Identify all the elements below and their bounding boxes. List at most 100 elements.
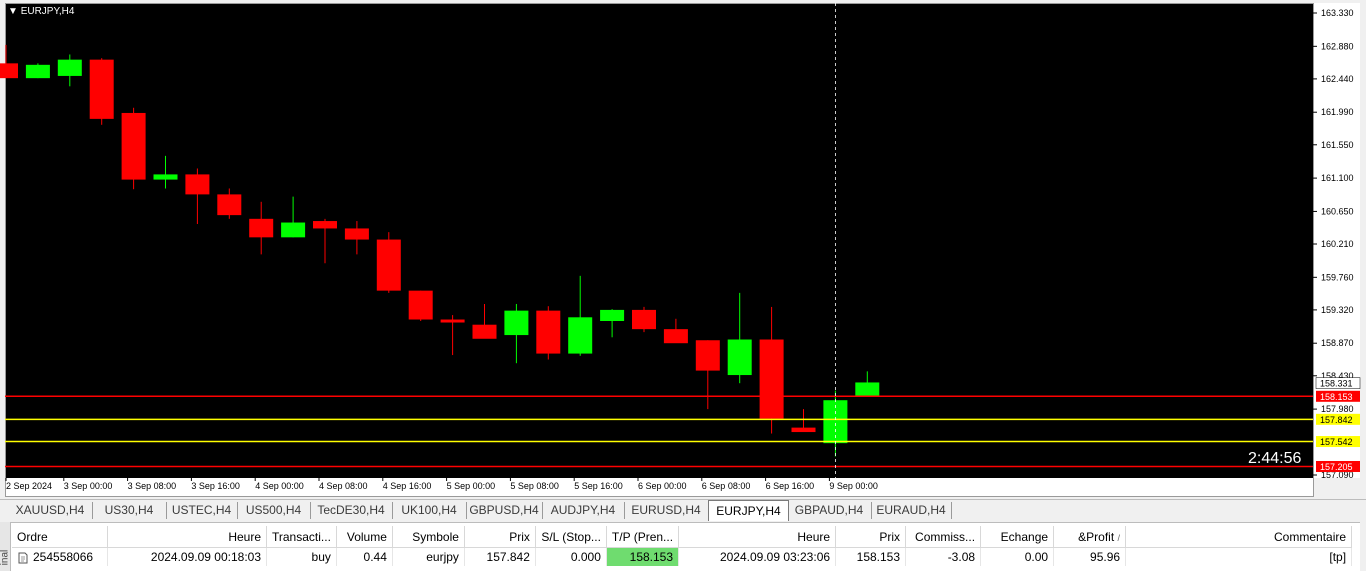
price-label: 163.330 xyxy=(1321,8,1354,18)
price-label: 160.210 xyxy=(1321,239,1354,249)
bear-candle xyxy=(249,218,274,238)
time-label: 6 Sep 16:00 xyxy=(766,481,815,491)
col-commission[interactable]: Commiss... xyxy=(905,526,982,548)
bull-candle xyxy=(153,174,178,180)
cell-heure-close: 2024.09.09 03:23:06 xyxy=(678,547,837,566)
bear-candle xyxy=(663,329,688,344)
bear-candle xyxy=(536,310,561,354)
document-icon xyxy=(18,552,28,564)
col-sl[interactable]: S/L (Stop... xyxy=(535,526,607,548)
price-marker-label: 158.331 xyxy=(1320,379,1353,389)
chart-title: ▼ EURJPY,H4 xyxy=(8,6,74,17)
bear-candle xyxy=(185,174,210,195)
col-heure-open[interactable]: Heure xyxy=(107,526,267,548)
time-label: 4 Sep 00:00 xyxy=(255,481,304,491)
cell-profit: 95.96 xyxy=(1053,547,1127,566)
time-label: 5 Sep 16:00 xyxy=(574,481,623,491)
tab-eurusd-h4[interactable]: EURUSD,H4 xyxy=(624,502,709,519)
bull-candle xyxy=(281,222,306,238)
bull-candle xyxy=(600,309,625,321)
bear-candle xyxy=(408,290,433,320)
price-marker-label: 158.153 xyxy=(1320,392,1353,402)
bear-candle xyxy=(89,59,114,119)
time-label: 9 Sep 00:00 xyxy=(829,481,878,491)
bear-candle xyxy=(440,319,465,323)
cell-ordre: 254558066 xyxy=(12,547,108,566)
candle-countdown: 2:44:56 xyxy=(1248,450,1302,467)
bear-candle xyxy=(121,112,146,180)
bull-candle xyxy=(504,310,529,336)
sort-indicator-icon: / xyxy=(1117,532,1121,543)
time-label: 3 Sep 16:00 xyxy=(191,481,240,491)
tab-audjpy-h4[interactable]: AUDJPY,H4 xyxy=(542,502,625,519)
time-label: 4 Sep 08:00 xyxy=(319,481,368,491)
tab-xauusd-h4[interactable]: XAUUSD,H4 xyxy=(8,502,93,519)
tab-ustec-h4[interactable]: USTEC,H4 xyxy=(166,502,238,519)
chart-tabs-bar: XAUUSD,H4 US30,H4 USTEC,H4 US500,H4 TecDE30,… xyxy=(0,499,1366,522)
terminal-scrollbar[interactable] xyxy=(1360,522,1366,571)
col-echange[interactable]: Echange xyxy=(980,526,1055,548)
bear-candle xyxy=(632,309,656,330)
time-label: 5 Sep 08:00 xyxy=(510,481,559,491)
cell-heure-open: 2024.09.09 00:18:03 xyxy=(107,547,267,566)
tab-eurjpy-h4[interactable]: EURJPY,H4 xyxy=(708,500,789,521)
price-label: 157.980 xyxy=(1321,404,1354,414)
tab-gbpaud-h4[interactable]: GBPAUD,H4 xyxy=(787,502,872,519)
bear-candle xyxy=(344,228,369,240)
cell-tp: 158.153 xyxy=(606,547,680,566)
tab-tecde30-h4[interactable]: TecDE30,H4 xyxy=(310,502,393,519)
bear-candle xyxy=(695,340,720,371)
price-marker-label: 157.205 xyxy=(1320,462,1353,472)
col-prix-close[interactable]: Prix xyxy=(835,526,907,548)
time-label: 3 Sep 00:00 xyxy=(64,481,113,491)
tab-uk100-h4[interactable]: UK100,H4 xyxy=(392,502,467,519)
price-label: 161.100 xyxy=(1321,173,1354,183)
price-label: 158.870 xyxy=(1321,338,1354,348)
bear-candle xyxy=(217,194,242,216)
time-label: 2 Sep 2024 xyxy=(6,481,52,491)
history-table: Ordre Heure Transacti... Volume Symbole … xyxy=(12,526,1353,566)
terminal-side-label[interactable]: inal xyxy=(0,522,11,571)
cell-echange: 0.00 xyxy=(980,547,1055,566)
price-chart[interactable]: 163.330 162.880 162.440 161.990 161.550 161.1… xyxy=(0,0,1366,497)
col-transaction[interactable]: Transacti... xyxy=(266,526,337,548)
chart-window[interactable]: 163.330 162.880 162.440 161.990 161.550 161.1… xyxy=(0,0,1366,497)
cell-prix-close: 158.153 xyxy=(835,547,907,566)
cell-commentaire: [tp] xyxy=(1125,547,1353,566)
bear-candle xyxy=(472,324,497,339)
col-heure-close[interactable]: Heure xyxy=(678,526,837,548)
price-marker-label: 157.542 xyxy=(1320,437,1353,447)
tab-us30-h4[interactable]: US30,H4 xyxy=(92,502,167,519)
tab-gbpusd-h4[interactable]: GBPUSD,H4 xyxy=(466,502,543,519)
price-label: 162.880 xyxy=(1321,41,1354,51)
bull-candle xyxy=(855,382,880,396)
price-label: 160.650 xyxy=(1321,206,1354,216)
time-label: 5 Sep 00:00 xyxy=(447,481,496,491)
cell-prix-open: 157.842 xyxy=(464,547,536,566)
col-prix-open[interactable]: Prix xyxy=(464,526,536,548)
bull-candle xyxy=(727,339,752,376)
col-ordre[interactable]: Ordre xyxy=(12,526,108,548)
chart-menu-arrow-icon[interactable]: ▼ xyxy=(8,6,18,17)
time-label: 3 Sep 08:00 xyxy=(128,481,177,491)
bear-candle xyxy=(376,239,401,291)
cell-commission: -3.08 xyxy=(905,547,982,566)
col-profit[interactable]: &Profit / xyxy=(1053,526,1127,548)
cell-symbole: eurjpy xyxy=(392,547,465,566)
time-label: 4 Sep 16:00 xyxy=(383,481,432,491)
price-label: 161.550 xyxy=(1321,140,1354,150)
bull-candle xyxy=(25,64,50,79)
table-header-row: Ordre Heure Transacti... Volume Symbole … xyxy=(12,526,1353,548)
col-commentaire[interactable]: Commentaire xyxy=(1125,526,1353,548)
col-tp[interactable]: T/P (Pren... xyxy=(606,526,680,548)
col-symbole[interactable]: Symbole xyxy=(392,526,465,548)
time-label: 6 Sep 00:00 xyxy=(638,481,687,491)
col-volume[interactable]: Volume xyxy=(336,526,393,548)
time-label: 6 Sep 08:00 xyxy=(702,481,751,491)
table-row[interactable]: 254558066 2024.09.09 00:18:03 buy 0.44 e… xyxy=(12,547,1353,566)
tab-us500-h4[interactable]: US500,H4 xyxy=(237,502,311,519)
cell-volume: 0.44 xyxy=(336,547,393,566)
bull-candle xyxy=(57,59,82,76)
price-marker-label: 157.842 xyxy=(1320,415,1353,425)
tab-euraud-h4[interactable]: EURAUD,H4 xyxy=(871,502,952,519)
